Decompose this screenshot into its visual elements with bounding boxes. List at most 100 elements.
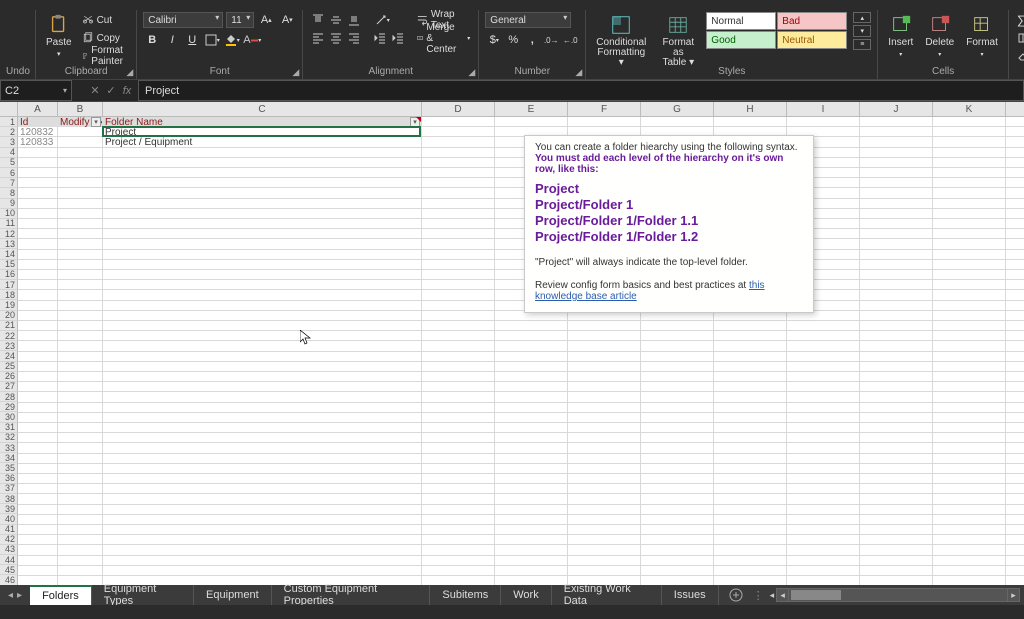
row-header[interactable]: 2 [0, 127, 18, 137]
row-header[interactable]: 43 [0, 545, 18, 555]
percent-format-button[interactable]: % [504, 32, 522, 48]
row-header[interactable]: 29 [0, 402, 18, 412]
insert-function-icon[interactable]: fx [120, 85, 134, 97]
row-header[interactable]: 19 [0, 300, 18, 310]
fill-button[interactable]: Fill▾ [1015, 30, 1024, 46]
underline-button[interactable]: U [183, 32, 201, 48]
copy-button[interactable]: Copy [80, 30, 131, 46]
column-header[interactable]: K [933, 102, 1006, 117]
sheet-tab[interactable]: Existing Work Data [552, 585, 662, 605]
row-header[interactable]: 18 [0, 290, 18, 300]
row-header[interactable]: 12 [0, 229, 18, 239]
number-format-select[interactable]: General [485, 12, 571, 28]
styles-scroll-up[interactable]: ▴ [853, 12, 871, 23]
row-header[interactable]: 27 [0, 382, 18, 392]
style-normal[interactable]: Normal [706, 12, 776, 30]
sheet-tab[interactable]: Work [501, 585, 551, 605]
hscroll-right-icon[interactable]: ▸ [1007, 589, 1019, 601]
filter-dropdown-icon[interactable]: ▾ [91, 117, 101, 127]
sheet-tab[interactable]: Custom Equipment Properties [272, 585, 431, 605]
comma-format-button[interactable]: , [523, 32, 541, 48]
insert-cells-button[interactable]: Insert▾ [884, 12, 917, 62]
row-header[interactable]: 13 [0, 239, 18, 249]
style-good[interactable]: Good [706, 31, 776, 49]
row-header[interactable]: 26 [0, 372, 18, 382]
sheet-tab[interactable]: Subitems [430, 585, 501, 605]
decrease-indent-button[interactable] [371, 30, 389, 46]
row-header[interactable]: 14 [0, 249, 18, 259]
tab-prev-icon[interactable]: ◂ [8, 590, 13, 601]
font-color-button[interactable]: A▾ [243, 32, 261, 48]
row-header[interactable]: 4 [0, 148, 18, 158]
column-header[interactable]: C [103, 102, 422, 117]
conditional-formatting-button[interactable]: ConditionalFormatting ▾ [592, 12, 650, 62]
horizontal-scrollbar[interactable]: ◂ ▸ [776, 588, 1020, 602]
add-sheet-button[interactable] [719, 585, 753, 605]
row-header[interactable]: 36 [0, 474, 18, 484]
align-center-button[interactable] [327, 30, 345, 46]
styles-more[interactable]: ≡ [853, 39, 871, 50]
row-header[interactable]: 38 [0, 494, 18, 504]
column-header[interactable]: G [641, 102, 714, 117]
dialog-launcher-icon[interactable]: ◢ [126, 67, 133, 78]
enter-formula-icon[interactable]: ✓ [104, 84, 118, 97]
style-neutral[interactable]: Neutral [777, 31, 847, 49]
column-header[interactable]: B [58, 102, 103, 117]
sheet-tab[interactable]: Folders [30, 585, 92, 605]
row-header[interactable]: 6 [0, 168, 18, 178]
cut-button[interactable]: Cut [80, 12, 131, 28]
increase-indent-button[interactable] [389, 30, 407, 46]
font-size-select[interactable]: 11 [226, 12, 254, 28]
italic-button[interactable]: I [163, 32, 181, 48]
column-header[interactable]: H [714, 102, 787, 117]
autosum-button[interactable]: ∑AutoSum▾ [1015, 12, 1024, 28]
row-header[interactable]: 35 [0, 463, 18, 473]
dialog-launcher-icon[interactable]: ◢ [575, 67, 582, 78]
styles-scroll-down[interactable]: ▾ [853, 25, 871, 36]
column-header[interactable]: J [860, 102, 933, 117]
align-middle-button[interactable] [327, 12, 345, 28]
row-header[interactable]: 28 [0, 392, 18, 402]
select-all-button[interactable] [0, 102, 18, 117]
cell[interactable]: 120832 [18, 127, 57, 137]
delete-cells-button[interactable]: Delete▾ [921, 12, 958, 62]
increase-font-button[interactable]: A▴ [257, 12, 275, 28]
align-right-button[interactable] [345, 30, 363, 46]
format-cells-button[interactable]: Format▾ [962, 12, 1002, 62]
row-headers[interactable]: 1234567891011121314151617181920212223242… [0, 117, 18, 593]
dialog-launcher-icon[interactable]: ◢ [468, 67, 475, 78]
row-header[interactable]: 24 [0, 351, 18, 361]
row-header[interactable]: 8 [0, 188, 18, 198]
row-header[interactable]: 34 [0, 453, 18, 463]
cell[interactable]: Id [18, 117, 57, 127]
row-header[interactable]: 25 [0, 362, 18, 372]
tab-next-icon[interactable]: ▸ [17, 590, 22, 601]
row-header[interactable]: 16 [0, 270, 18, 280]
row-header[interactable]: 20 [0, 311, 18, 321]
name-box[interactable]: C2 [0, 80, 72, 101]
row-header[interactable]: 5 [0, 158, 18, 168]
row-header[interactable]: 9 [0, 199, 18, 209]
merge-center-button[interactable]: Merge & Center▾ [415, 30, 472, 46]
column-header[interactable]: I [787, 102, 860, 117]
fill-color-button[interactable]: ▾ [223, 32, 241, 48]
hscroll-thumb[interactable] [791, 590, 841, 600]
row-header[interactable]: 39 [0, 504, 18, 514]
hscroll-left-icon[interactable]: ◂ [777, 589, 789, 601]
row-header[interactable]: 17 [0, 280, 18, 290]
column-header[interactable]: D [422, 102, 495, 117]
row-header[interactable]: 32 [0, 433, 18, 443]
cell-styles-gallery[interactable]: Normal Bad Good Neutral [706, 12, 847, 49]
style-bad[interactable]: Bad [777, 12, 847, 30]
row-header[interactable]: 7 [0, 178, 18, 188]
row-header[interactable]: 31 [0, 423, 18, 433]
align-left-button[interactable] [309, 30, 327, 46]
row-header[interactable]: 1 [0, 117, 18, 127]
align-top-button[interactable] [309, 12, 327, 28]
tab-nav[interactable]: ◂▸ [0, 585, 30, 605]
cell[interactable]: 120833 [18, 137, 57, 147]
format-painter-button[interactable]: Format Painter [80, 48, 131, 64]
sheet-tab[interactable]: Issues [662, 585, 719, 605]
hscroll-left-outer[interactable]: ◂ [770, 590, 775, 601]
row-header[interactable]: 23 [0, 341, 18, 351]
